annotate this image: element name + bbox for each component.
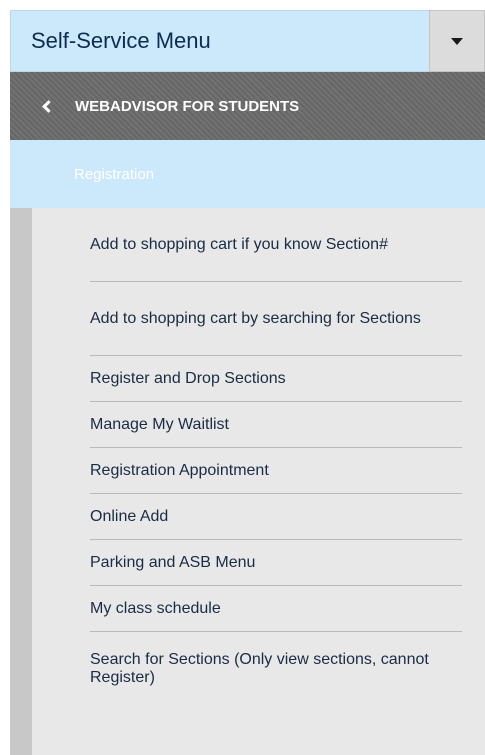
caret-down-icon xyxy=(451,37,463,45)
back-nav-label: WEBADVISOR FOR STUDENTS xyxy=(75,97,300,115)
back-to-webadvisor-link[interactable]: WEBADVISOR FOR STUDENTS xyxy=(10,72,485,140)
menu-toggle-button[interactable] xyxy=(429,10,485,72)
menu-item-online-add[interactable]: Online Add xyxy=(90,494,462,540)
menu-item-registration-appointment[interactable]: Registration Appointment xyxy=(90,448,462,494)
section-header-registration: Registration xyxy=(10,140,485,208)
menu-item-list: Add to shopping cart if you know Section… xyxy=(90,208,462,706)
chevron-left-icon xyxy=(42,99,55,113)
menu-title: Self-Service Menu xyxy=(10,10,429,72)
menu-item-manage-waitlist[interactable]: Manage My Waitlist xyxy=(90,402,462,448)
menu-item-parking-asb[interactable]: Parking and ASB Menu xyxy=(90,540,462,586)
menu-header: Self-Service Menu xyxy=(10,10,485,72)
menu-item-add-cart-section-number[interactable]: Add to shopping cart if you know Section… xyxy=(90,208,462,282)
self-service-menu: Self-Service Menu WEBADVISOR FOR STUDENT… xyxy=(0,0,485,755)
menu-item-search-sections[interactable]: Search for Sections (Only view sections,… xyxy=(90,632,462,706)
menu-item-add-cart-search[interactable]: Add to shopping cart by searching for Se… xyxy=(90,282,462,356)
menu-item-register-drop[interactable]: Register and Drop Sections xyxy=(90,356,462,402)
section-label: Registration xyxy=(74,165,155,183)
menu-item-class-schedule[interactable]: My class schedule xyxy=(90,586,462,632)
left-indent-stripe xyxy=(10,208,32,755)
menu-items-area: Add to shopping cart if you know Section… xyxy=(10,208,485,755)
